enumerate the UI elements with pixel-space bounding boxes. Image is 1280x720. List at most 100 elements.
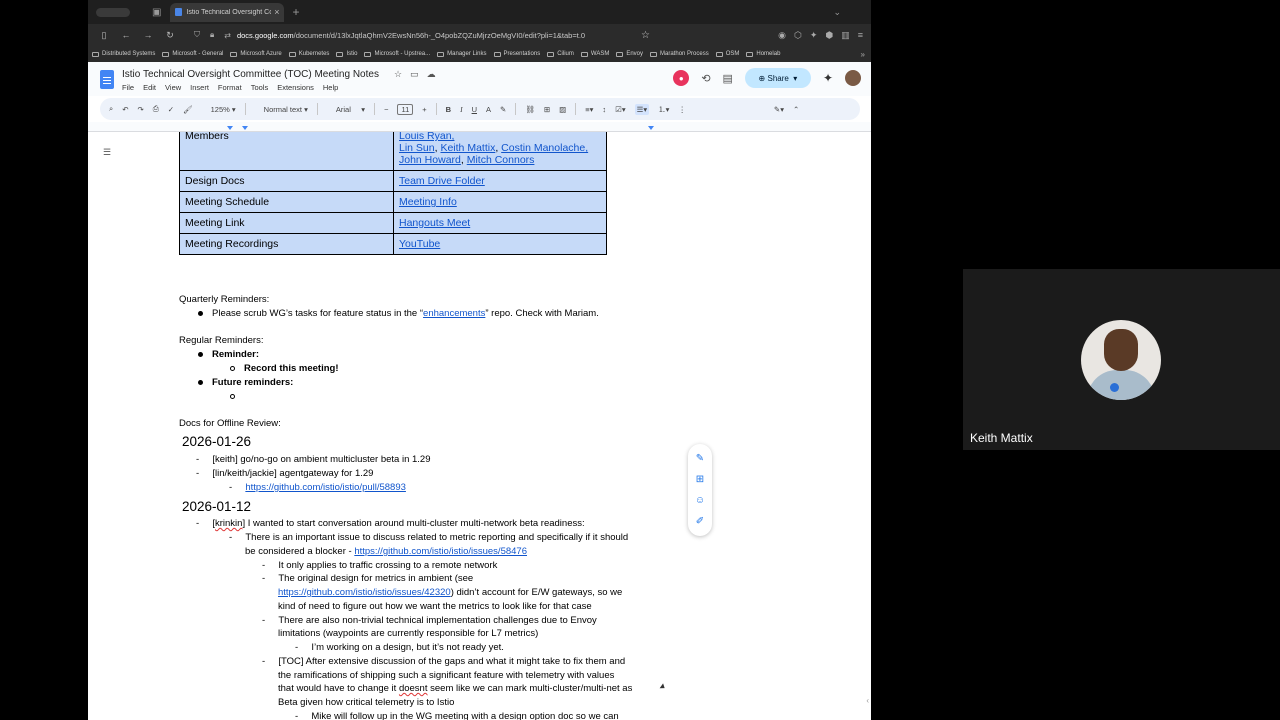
numbered-list-icon[interactable]: ⒈▾ [658,104,669,115]
search-icon[interactable]: ⌕ [109,104,113,114]
extension-icon[interactable]: ⬢ [825,30,833,41]
url-input[interactable]: ⛉ 🔒︎ ⇄ docs.google.com /document/d/13lxJ… [190,27,650,43]
gemini-icon[interactable]: ✦ [823,71,833,85]
italic-icon[interactable]: I [460,105,463,114]
spellcheck-icon[interactable]: ✓ [168,105,174,114]
member-link[interactable]: Mitch Connors [467,154,535,166]
menu-extensions[interactable]: Extensions [277,83,314,92]
bookmark-folder[interactable]: Distributed Systems [92,51,155,57]
menu-help[interactable]: Help [323,83,338,92]
menu-tools[interactable]: Tools [251,83,269,92]
text-color-icon[interactable]: A [486,105,491,114]
align-icon[interactable]: ≡▾ [585,105,593,114]
reload-icon[interactable]: ↻ [164,30,176,41]
extension-icon[interactable]: ✦ [810,30,818,41]
increase-font-size-icon[interactable]: + [422,105,426,114]
zoom-select[interactable]: 125% ▾ [202,105,236,114]
member-link[interactable]: Lin Sun [399,142,435,154]
bulleted-list-icon[interactable]: ☰▾ [634,103,650,115]
scroll-down-icon[interactable]: ‹ [866,696,869,705]
comments-icon[interactable]: ▤ [723,72,733,85]
add-comment-icon[interactable]: ⊞ [544,105,550,114]
extension-icon[interactable]: ▥ [841,30,850,41]
right-margin-marker[interactable] [648,126,654,130]
font-size-input[interactable]: 11 [397,103,414,115]
indent-marker[interactable] [242,126,248,130]
tab-groups-icon[interactable]: ▣ [152,7,161,18]
hangouts-meet-link[interactable]: Hangouts Meet [399,217,470,229]
tab-docs[interactable]: Istio Technical Oversight Committee (TOC… [170,2,285,22]
enhancements-link[interactable]: enhancements [423,308,485,319]
more-bookmarks-icon[interactable]: » [861,50,865,59]
bookmark-folder[interactable]: Homelab [746,51,780,57]
menu-icon[interactable]: ≡ [858,30,863,41]
menu-view[interactable]: View [165,83,181,92]
forward-icon[interactable]: → [142,30,154,40]
bookmark-folder[interactable]: Cilium [547,51,574,57]
share-button[interactable]: ⊕ Share ▾ [744,68,811,88]
bookmark-folder[interactable]: Envoy [616,51,643,57]
add-comment-icon[interactable]: ⊞ [696,474,704,485]
highlight-icon[interactable]: ✎ [500,105,506,114]
bookmark-star-icon[interactable]: ☆ [641,30,650,41]
meet-presence-icon[interactable]: ● [673,70,690,86]
checklist-icon[interactable]: ☑▾ [615,105,626,114]
github-issue-link[interactable]: https://github.com/istio/istio/issues/42… [278,587,451,598]
bookmark-folder[interactable]: Kubernetes [288,51,329,57]
github-pr-link[interactable]: https://github.com/istio/istio/pull/5889… [245,482,406,493]
underline-icon[interactable]: U [472,105,477,114]
menu-format[interactable]: Format [218,83,242,92]
docs-logo-icon[interactable] [100,70,114,89]
suggest-edits-icon[interactable]: ✐ [696,516,704,527]
style-select[interactable]: Normal text ▾ [255,105,308,114]
move-folder-icon[interactable]: ▭ [410,69,419,80]
back-icon[interactable]: ← [120,30,132,40]
star-icon[interactable]: ☆ [394,69,402,80]
more-options-icon[interactable]: ⋮ [678,105,686,114]
redo-icon[interactable]: ↷ [138,105,144,114]
indent-marker[interactable] [227,126,233,130]
history-icon[interactable]: ⟲ [701,72,710,85]
emoji-icon[interactable]: ☺ [695,495,705,506]
bookmark-folder[interactable]: Microsoft Azure [230,51,282,57]
bold-icon[interactable]: B [446,105,451,114]
avatar[interactable] [845,70,861,86]
document-title[interactable]: Istio Technical Oversight Committee (TOC… [122,69,379,80]
bookmark-folder[interactable]: Manager Links [437,51,487,57]
bookmark-folder[interactable]: WASM [580,51,609,57]
member-link[interactable]: John Howard [399,154,461,166]
bookmark-folder[interactable]: Microsoft - Upstrea... [364,51,430,57]
team-drive-link[interactable]: Team Drive Folder [399,175,485,187]
close-tab-icon[interactable]: × [274,7,279,17]
collapse-menus-icon[interactable]: ⌃ [793,105,799,114]
member-link[interactable]: Costin Manolache, [501,142,588,154]
member-link[interactable]: Keith Mattix [440,142,495,154]
window-controls[interactable] [96,7,130,17]
sidebar-toggle-icon[interactable]: ▯ [98,30,110,41]
bookmark-folder[interactable]: Presentations [493,51,540,57]
font-select[interactable]: Arial ▾ [327,105,365,114]
new-tab-icon[interactable]: + [292,5,299,19]
cloud-status-icon[interactable]: ☁ [427,69,436,80]
github-issue-link[interactable]: https://github.com/istio/istio/issues/58… [354,546,527,557]
menu-file[interactable]: File [122,83,134,92]
bookmark-folder[interactable]: Istio [336,51,357,57]
undo-icon[interactable]: ↶ [122,105,128,114]
paint-format-icon[interactable]: 🖌︎ [183,105,193,114]
bookmark-folder[interactable]: OSM [715,51,739,57]
meeting-info-link[interactable]: Meeting Info [399,196,457,208]
print-icon[interactable]: ⎙ [153,104,159,114]
extension-icon[interactable]: ◉ [778,30,786,41]
menu-edit[interactable]: Edit [143,83,156,92]
member-link[interactable]: Louis Ryan, [399,132,454,142]
lock-icon[interactable]: 🔒︎ [210,30,214,40]
menu-insert[interactable]: Insert [190,83,209,92]
youtube-link[interactable]: YouTube [399,238,440,250]
edit-pencil-icon[interactable]: ✎ [696,453,704,464]
editing-mode-icon[interactable]: ✎▾ [774,105,784,114]
insert-image-icon[interactable]: ▨ [559,105,566,114]
line-spacing-icon[interactable]: ↕ [602,105,606,114]
bookmark-link[interactable]: Marathon Process [650,51,709,57]
bookmark-folder[interactable]: Microsoft - General [162,51,223,57]
site-settings-icon[interactable]: ⇄ [224,31,231,40]
